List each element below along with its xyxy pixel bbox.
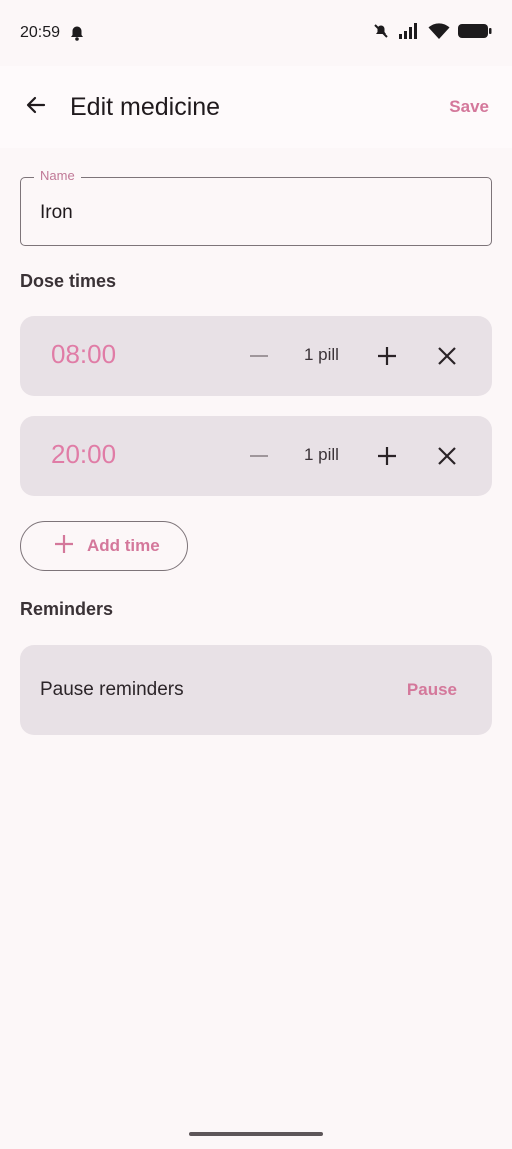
dose-count: 1 pill	[304, 345, 339, 364]
back-button[interactable]	[16, 87, 56, 127]
close-icon	[438, 347, 456, 365]
pause-reminders-card: Pause reminders Pause	[20, 645, 492, 735]
dose-time-value[interactable]: 08:00	[51, 339, 116, 370]
battery-icon	[458, 23, 492, 44]
add-time-button[interactable]: Add time	[20, 521, 188, 571]
minus-icon	[250, 355, 268, 357]
status-bar: 20:59	[0, 0, 512, 66]
increase-dose-button[interactable]	[374, 441, 400, 471]
pause-reminders-label: Pause reminders	[40, 679, 184, 700]
plus-icon	[378, 347, 396, 365]
status-time: 20:59	[20, 24, 61, 41]
back-arrow-icon	[24, 93, 48, 122]
status-icons	[372, 22, 492, 45]
pause-button[interactable]: Pause	[407, 680, 457, 700]
decrease-dose-button[interactable]	[246, 441, 272, 471]
signal-icon	[398, 22, 420, 44]
app-bar: Edit medicine Save	[0, 66, 512, 148]
mute-icon	[372, 22, 390, 45]
home-indicator[interactable]	[189, 1132, 323, 1136]
close-icon	[438, 447, 456, 465]
reminders-title: Reminders	[20, 599, 114, 619]
remove-dose-button[interactable]	[434, 341, 460, 371]
decrease-dose-button[interactable]	[246, 341, 272, 371]
name-field-value[interactable]: Iron	[40, 202, 73, 224]
wifi-icon	[428, 22, 450, 44]
remove-dose-button[interactable]	[434, 441, 460, 471]
dose-times-title: Dose times	[20, 271, 117, 291]
dose-time-value[interactable]: 20:00	[51, 439, 116, 470]
plus-icon	[378, 447, 396, 465]
plus-icon	[53, 533, 75, 560]
name-field-label: Name	[34, 168, 81, 183]
dose-time-row: 20:00 1 pill	[20, 416, 492, 496]
page-title: Edit medicine	[70, 92, 221, 121]
notification-bell-icon	[68, 24, 86, 42]
increase-dose-button[interactable]	[374, 341, 400, 371]
save-button[interactable]: Save	[449, 97, 489, 117]
minus-icon	[250, 455, 268, 457]
name-field[interactable]: Name Iron	[20, 168, 492, 246]
add-time-label: Add time	[87, 536, 160, 555]
dose-count: 1 pill	[304, 445, 339, 464]
dose-time-row: 08:00 1 pill	[20, 316, 492, 396]
